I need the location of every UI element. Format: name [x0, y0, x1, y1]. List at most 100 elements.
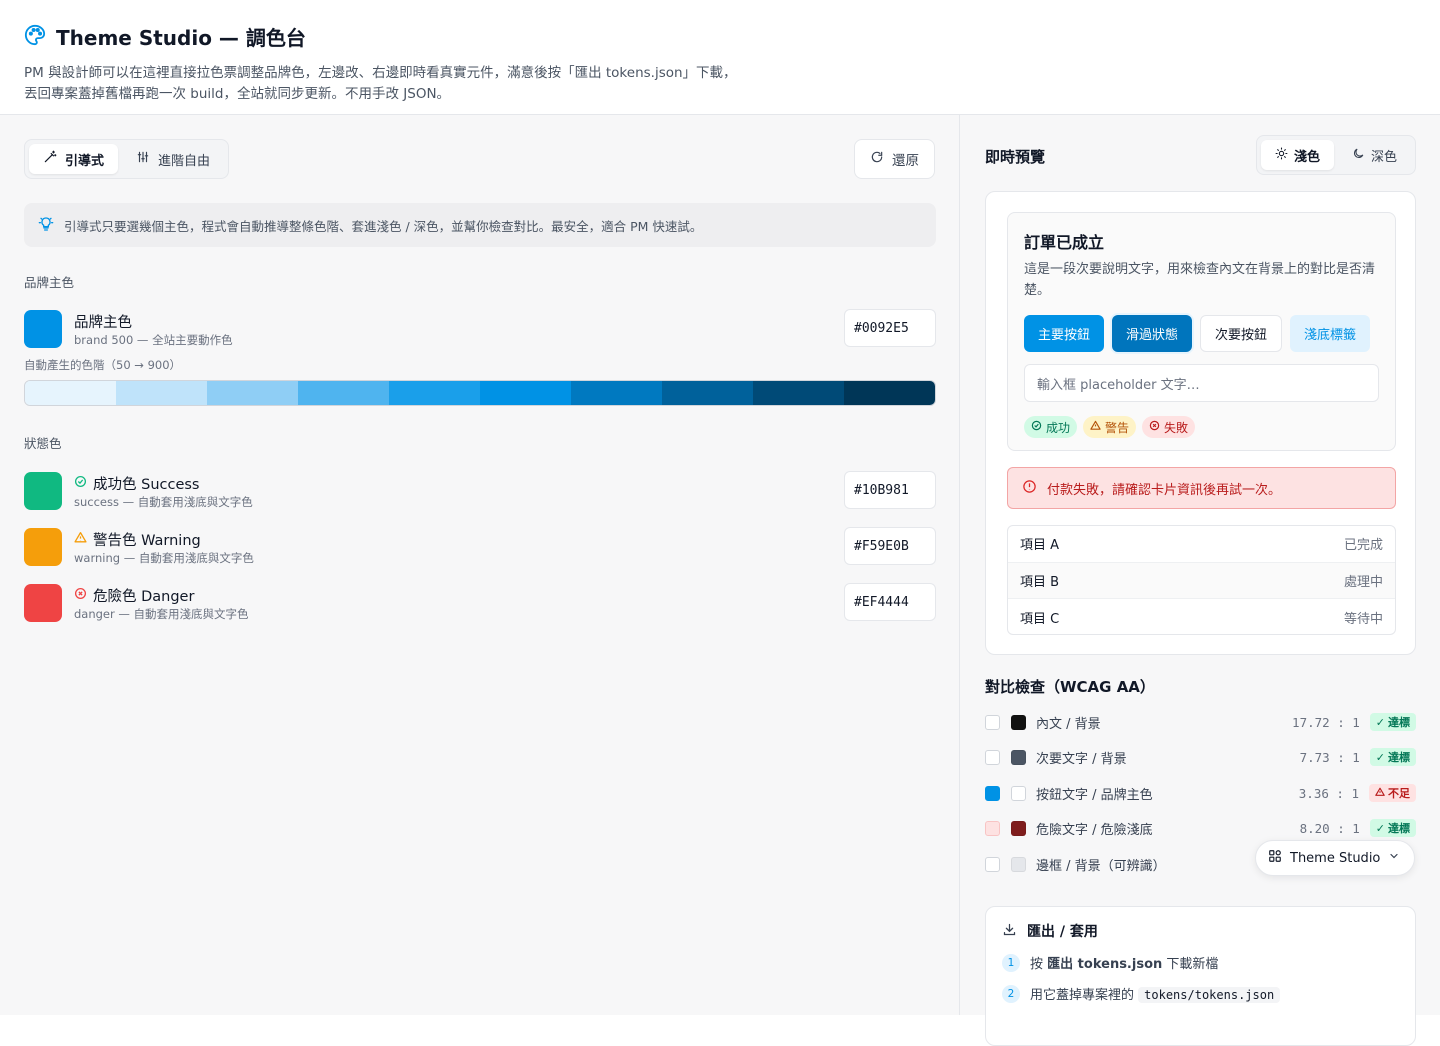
chevron-down-icon [1388, 850, 1400, 866]
scale-step[interactable] [116, 381, 207, 405]
brand-color-swatch[interactable] [24, 310, 62, 348]
tab-guided-label: 引導式 [65, 153, 105, 169]
warning-triangle-icon [1375, 787, 1385, 800]
pass-badge: ✓ 達標 [1369, 713, 1416, 731]
secondary-button[interactable]: 次要按鈕 [1200, 315, 1283, 352]
grid-icon [1268, 849, 1282, 867]
app-header: Theme Studio — 調色台 PM 與設計師可以在這裡直接拉色票調整品牌… [0, 0, 1440, 115]
order-card: 訂單已成立 這是一段次要說明文字，用來檢查內文在背景上的對比是否清楚。 主要按鈕… [1007, 212, 1396, 451]
download-icon [1002, 922, 1017, 941]
tab-guided[interactable]: 引導式 [29, 144, 119, 174]
contrast-label: 內文 / 背景 [1036, 716, 1101, 732]
hover-button[interactable]: 滑過狀態 [1112, 315, 1193, 352]
danger-hex-input[interactable]: #EF4444 [844, 583, 936, 621]
editor-panel: 引導式 進階自由 還原 引導式只要選幾個主色，程式會自動推導整條色階、套進淺色 … [0, 115, 960, 1015]
tag-button[interactable]: 淺底標籤 [1290, 315, 1371, 352]
tab-light-label: 淺色 [1293, 149, 1320, 165]
step-number: 2 [1002, 984, 1020, 1003]
mode-toggle: 引導式 進階自由 [24, 139, 230, 179]
sun-icon [1275, 147, 1288, 164]
primary-button[interactable]: 主要按鈕 [1024, 315, 1105, 352]
warning-triangle-icon [1090, 420, 1101, 434]
error-alert: 付款失敗，請確認卡片資訊後再試一次。 [1007, 467, 1396, 509]
lightbulb-icon [38, 216, 54, 235]
success-badge-label: 成功 [1046, 420, 1071, 435]
alert-text: 付款失敗，請確認卡片資訊後再試一次。 [1047, 482, 1282, 498]
danger-color-swatch[interactable] [24, 584, 62, 622]
step-number: 1 [1002, 953, 1020, 972]
reset-button[interactable]: 還原 [854, 139, 935, 179]
warning-hex-input[interactable]: #F59E0B [844, 527, 936, 565]
tip-text: 引導式只要選幾個主色，程式會自動推導整條色階、套進淺色 / 深色，並幫你檢查對比… [64, 218, 703, 234]
scale-step[interactable] [844, 381, 935, 405]
item-list: 項目 A 已完成 項目 B 處理中 項目 C 等待中 [1007, 525, 1396, 635]
theme-studio-switcher[interactable]: Theme Studio [1255, 840, 1415, 876]
export-title: 匯出 / 套用 [1027, 924, 1098, 940]
button-row: 主要按鈕 滑過狀態 次要按鈕 淺底標籤 [1024, 315, 1379, 352]
list-item[interactable]: 項目 C 等待中 [1008, 599, 1395, 634]
list-item[interactable]: 項目 A 已完成 [1008, 526, 1395, 563]
success-hex-input[interactable]: #10B981 [844, 471, 936, 509]
success-color-swatch[interactable] [24, 472, 62, 510]
badge-row: 成功 警告 失敗 [1024, 416, 1379, 438]
danger-color-name: 危險色 Danger [74, 585, 194, 606]
export-step-2: 2 用它蓋掉專案裡的 tokens/tokens.json [1002, 984, 1399, 1003]
sample-input[interactable]: 輸入框 placeholder 文字… [1024, 364, 1379, 402]
contrast-checkbox[interactable] [985, 856, 1000, 872]
tab-light[interactable]: 淺色 [1261, 140, 1334, 170]
danger-color-label: 危險色 Danger [93, 589, 195, 605]
list-item[interactable]: 項目 B 處理中 [1008, 562, 1395, 599]
contrast-row: 危險文字 / 危險淺底 8.20 : 1 ✓ 達標 [985, 818, 1416, 838]
success-badge: 成功 [1024, 416, 1078, 438]
success-color-row: 成功色 Success success — 自動套用淺底與文字色 #10B981 [24, 471, 936, 510]
order-description: 這是一段次要說明文字，用來檢查內文在背景上的對比是否清楚。 [1024, 262, 1376, 298]
page-title: Theme Studio — 調色台 [56, 26, 306, 50]
scale-step[interactable] [480, 381, 571, 405]
export-card: 匯出 / 套用 1 按 匯出 tokens.json 下載新檔 2 用它蓋掉專案… [985, 906, 1416, 1046]
scale-step[interactable] [25, 381, 116, 405]
color-chip [1011, 714, 1026, 730]
export-step-1: 1 按 匯出 tokens.json 下載新檔 [1002, 953, 1399, 972]
contrast-checkbox[interactable] [985, 714, 1000, 730]
contrast-checkbox[interactable] [985, 785, 1000, 801]
moon-icon [1352, 147, 1365, 164]
color-chip [1011, 749, 1026, 765]
contrast-checkbox[interactable] [985, 749, 1000, 765]
step-2-text: 用它蓋掉專案裡的 tokens/tokens.json [1030, 984, 1281, 1003]
pass-badge: ✓ 達標 [1369, 748, 1416, 766]
tip-box: 引導式只要選幾個主色，程式會自動推導整條色階、套進淺色 / 深色，並幫你檢查對比… [24, 203, 936, 247]
x-circle-icon [1149, 420, 1160, 434]
export-heading: 匯出 / 套用 [1002, 921, 1399, 941]
list-item-status: 等待中 [1343, 611, 1383, 627]
danger-color-row: 危險色 Danger danger — 自動套用淺底與文字色 #EF4444 [24, 583, 936, 622]
step-2-pre: 用它蓋掉專案裡的 [1030, 988, 1135, 1003]
pass-label: 達標 [1388, 716, 1410, 729]
tab-dark[interactable]: 深色 [1338, 140, 1411, 170]
scale-step[interactable] [753, 381, 844, 405]
contrast-row: 次要文字 / 背景 7.73 : 1 ✓ 達標 [985, 747, 1416, 767]
theme-studio-label: Theme Studio [1290, 850, 1381, 866]
preview-title: 即時預覽 [985, 148, 1046, 166]
scale-step[interactable] [662, 381, 753, 405]
list-item-name: 項目 C [1020, 611, 1060, 627]
step-1-pre: 按 [1030, 957, 1044, 972]
scale-label: 自動產生的色階（50 → 900） [24, 358, 182, 372]
warning-color-sub: warning — 自動套用淺底與文字色 [74, 551, 254, 565]
brand-hex-input[interactable]: #0092E5 [844, 309, 936, 347]
scale-step[interactable] [207, 381, 298, 405]
step-1-post: 下載新檔 [1166, 957, 1219, 972]
list-item-name: 項目 A [1020, 538, 1060, 554]
scale-step[interactable] [389, 381, 480, 405]
preview-panel: 即時預覽 淺色 深色 訂單已成立 這是一段次要說明文字，用來檢查內文在背景上的對… [960, 115, 1440, 1046]
scale-step[interactable] [298, 381, 389, 405]
alert-circle-icon [1022, 479, 1037, 498]
scale-step[interactable] [571, 381, 662, 405]
contrast-label: 次要文字 / 背景 [1036, 751, 1127, 767]
preview-card: 訂單已成立 這是一段次要說明文字，用來檢查內文在背景上的對比是否清楚。 主要按鈕… [985, 191, 1416, 655]
warning-color-swatch[interactable] [24, 528, 62, 566]
contrast-checkbox[interactable] [985, 820, 1000, 836]
color-scale-bar [24, 380, 936, 406]
tab-advanced[interactable]: 進階自由 [122, 144, 224, 174]
success-color-label: 成功色 Success [93, 477, 200, 493]
brand-color-row: 品牌主色 brand 500 — 全站主要動作色 #0092E5 [24, 309, 936, 348]
